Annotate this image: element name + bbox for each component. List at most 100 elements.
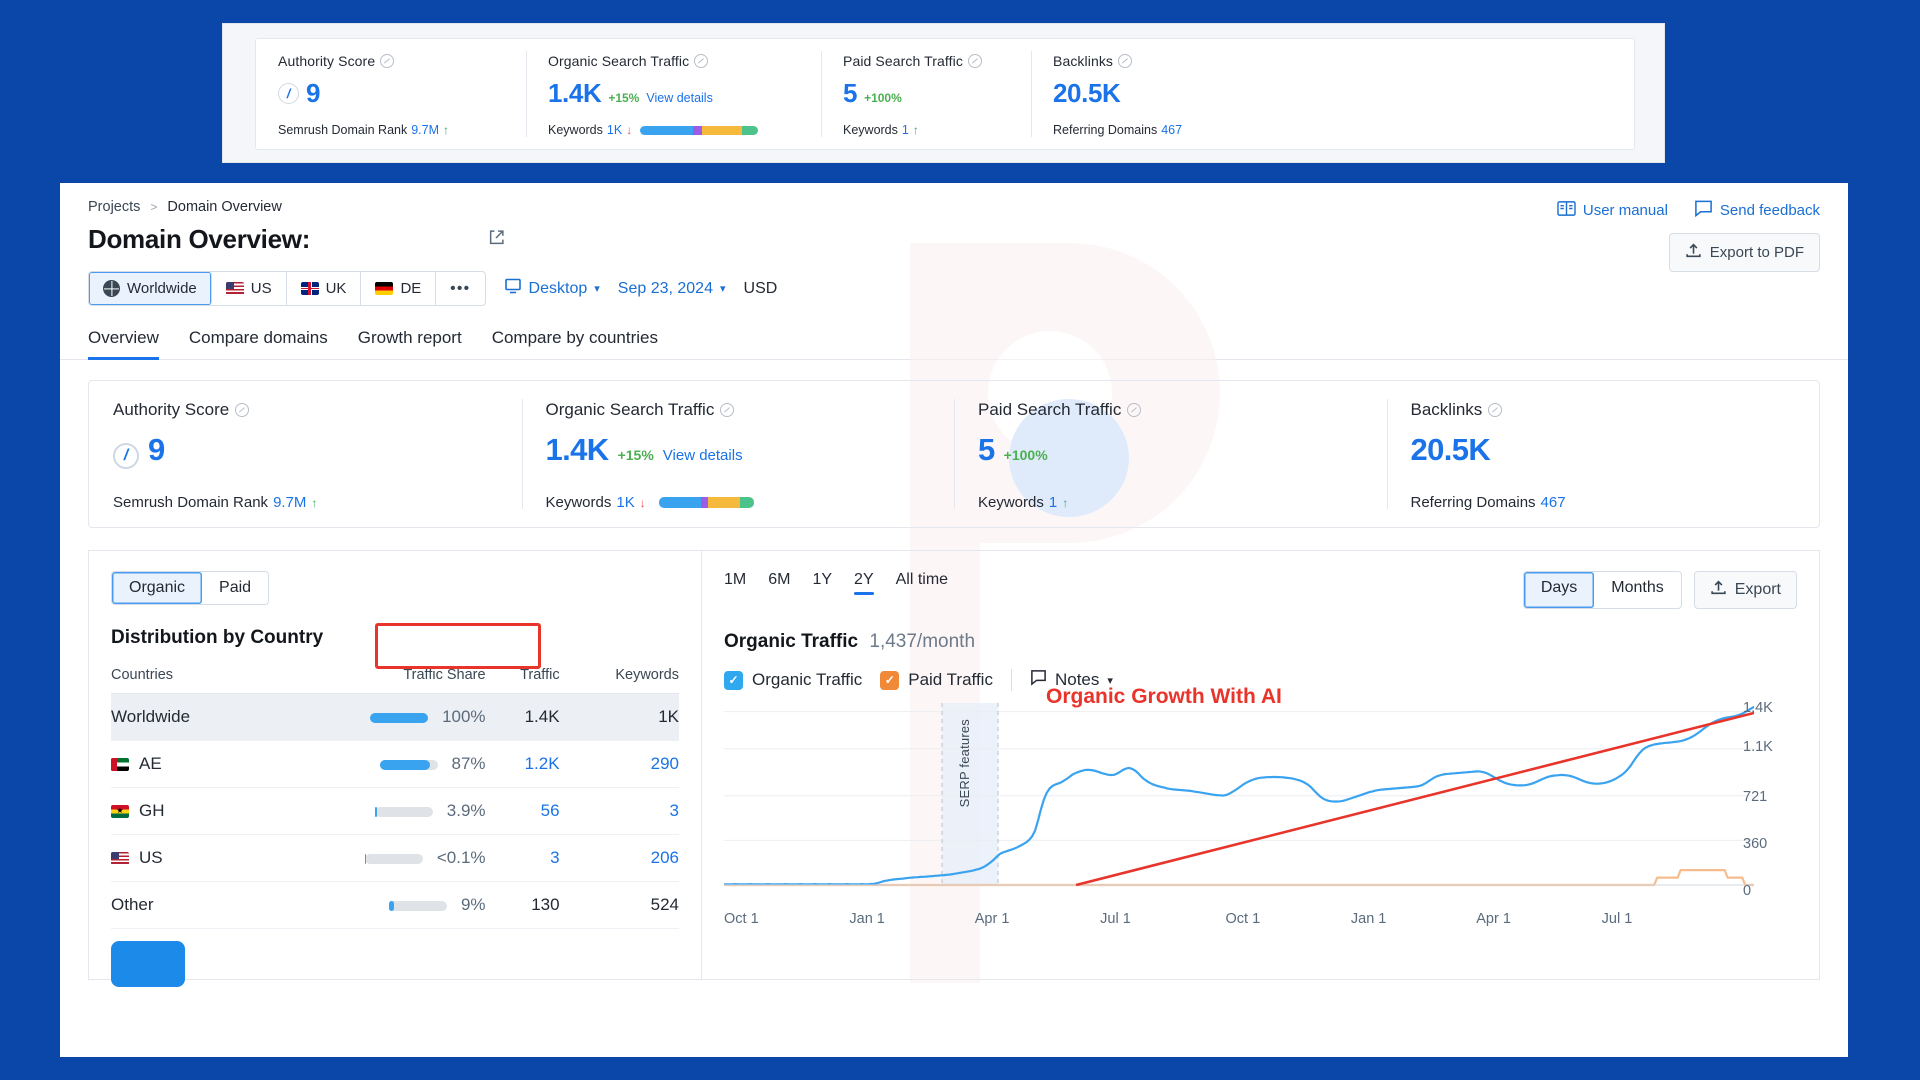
toggle-organic[interactable]: Organic: [112, 572, 203, 604]
keywords-value: 1K: [658, 707, 679, 726]
info-icon[interactable]: [720, 403, 735, 417]
top-metric-label: Organic Search Traffic: [548, 53, 799, 69]
metric-sub-value: 467: [1540, 494, 1566, 511]
range-all-time[interactable]: All time: [896, 571, 948, 595]
legend-organic-traffic[interactable]: ✓ Organic Traffic: [724, 670, 862, 690]
chart-canvas: [722, 694, 1848, 887]
geo-item-label: DE: [400, 280, 422, 297]
top-metric-sub-label: Keywords: [548, 123, 603, 137]
breadcrumb-projects[interactable]: Projects: [88, 199, 140, 215]
user-manual-link[interactable]: User manual: [1557, 199, 1668, 221]
metric-label: Backlinks: [1411, 400, 1796, 420]
chart-headline-value: 1,437/month: [869, 631, 976, 652]
info-icon[interactable]: [380, 54, 395, 68]
upload-icon: [1710, 579, 1727, 601]
cell-country: Worldwide: [111, 693, 260, 741]
view-details-link[interactable]: View details: [663, 447, 743, 464]
column-header-keywords[interactable]: Keywords: [559, 667, 679, 694]
metric-value-row: / 9: [113, 432, 498, 469]
export-label: Export: [1734, 581, 1781, 598]
top-metric-authority-score: Authority Score / 9 Semrush Domain Rank …: [256, 39, 526, 149]
range-1m[interactable]: 1M: [724, 571, 746, 595]
external-link-icon[interactable]: [488, 229, 505, 251]
view-details-link[interactable]: View details: [646, 91, 712, 105]
traffic-chart[interactable]: Organic Growth With AI SERP features 0 36…: [722, 685, 1848, 903]
column-header-traffic[interactable]: Traffic: [485, 667, 560, 694]
metric-sub: Keywords 1 ↑: [978, 494, 1068, 511]
granularity-days[interactable]: Days: [1523, 572, 1595, 608]
column-header-countries[interactable]: Countries: [111, 667, 260, 694]
metric-sub-label: Referring Domains: [1410, 494, 1536, 511]
table-row[interactable]: US <0.1% 3 206: [111, 834, 679, 882]
distribution-table: Countries Traffic Share Traffic Keywords…: [111, 667, 679, 929]
authority-ring-icon: /: [278, 83, 299, 104]
country-label: Other: [111, 895, 154, 914]
table-row[interactable]: AE 87% 1.2K 290: [111, 740, 679, 788]
cell-traffic-share: 100%: [259, 693, 486, 741]
export-button[interactable]: Export: [1693, 571, 1797, 609]
floating-action-button[interactable]: [111, 941, 185, 987]
date-selector[interactable]: Sep 23, 2024 ▾: [618, 280, 726, 298]
tab-compare-by-countries[interactable]: Compare by countries: [492, 328, 658, 359]
top-metric-label-text: Paid Search Traffic: [843, 53, 963, 69]
tab-compare-domains[interactable]: Compare domains: [189, 328, 328, 359]
flag-us-icon: [225, 282, 244, 295]
trend-down-icon: ↓: [639, 495, 646, 510]
keywords-value[interactable]: 3: [670, 801, 679, 820]
toggle-paid[interactable]: Paid: [202, 572, 268, 604]
range-6m[interactable]: 6M: [768, 571, 790, 595]
table-header-row: Countries Traffic Share Traffic Keywords: [111, 667, 679, 694]
top-metric-sub-value: 1: [901, 123, 909, 137]
send-feedback-link[interactable]: Send feedback: [1694, 199, 1820, 221]
geo-item-more[interactable]: •••: [436, 272, 484, 305]
geo-item-uk[interactable]: UK: [287, 272, 362, 305]
info-icon[interactable]: [1488, 403, 1503, 417]
checkbox-checked-icon[interactable]: ✓: [724, 670, 743, 690]
traffic-value[interactable]: 3: [550, 848, 559, 867]
info-icon[interactable]: [235, 403, 250, 417]
traffic-share-bar: [379, 759, 438, 770]
send-feedback-label: Send feedback: [1719, 201, 1820, 219]
top-metric-value-row: / 9: [278, 78, 504, 109]
device-selector[interactable]: Desktop ▾: [504, 277, 600, 300]
checkbox-checked-icon[interactable]: ✓: [880, 670, 900, 690]
traffic-value[interactable]: 1.2K: [525, 754, 560, 773]
range-2y[interactable]: 2Y: [854, 571, 874, 595]
legend-paid-traffic[interactable]: ✓ Paid Traffic: [880, 670, 993, 690]
info-icon[interactable]: [1127, 403, 1142, 417]
geo-item-worldwide[interactable]: Worldwide: [89, 272, 212, 305]
geo-item-de[interactable]: DE: [361, 272, 437, 305]
x-tick-label: Jan 1: [849, 911, 885, 927]
top-metric-value: 5: [843, 78, 858, 108]
info-icon[interactable]: [694, 54, 709, 68]
chart-y-axis: 0 360 721 1.1K 1.4K: [1737, 695, 1797, 903]
info-icon[interactable]: [967, 54, 982, 68]
legend-label: Organic Traffic: [752, 670, 863, 689]
table-row[interactable]: Other 9% 130 524: [111, 881, 679, 929]
tab-label: Compare domains: [188, 328, 328, 347]
tab-growth-report[interactable]: Growth report: [358, 328, 462, 359]
granularity-months[interactable]: Months: [1594, 572, 1680, 608]
export-to-pdf-button[interactable]: Export to PDF: [1668, 233, 1820, 272]
table-row[interactable]: Worldwide 100% 1.4K 1K: [111, 693, 679, 741]
table-row[interactable]: ★ GH 3.9% 56 3: [111, 787, 679, 835]
tab-bar: Overview Compare domains Growth report C…: [60, 328, 1848, 360]
trend-up-icon: ↑: [1062, 495, 1069, 510]
geo-item-us[interactable]: US: [212, 272, 287, 305]
country-label: AE: [139, 754, 162, 773]
trend-down-icon: ↓: [626, 123, 633, 137]
traffic-value[interactable]: 56: [541, 801, 560, 820]
metric-paid-search-traffic: Paid Search Traffic 5 +100% Keywords 1 ↑: [954, 381, 1387, 527]
column-header-traffic-share[interactable]: Traffic Share: [259, 667, 486, 694]
tab-label: Compare by countries: [491, 328, 659, 347]
traffic-share-bar: [364, 853, 423, 864]
keywords-value[interactable]: 290: [651, 754, 679, 773]
tab-overview[interactable]: Overview: [88, 328, 159, 360]
tab-label: Overview: [88, 328, 159, 347]
range-1y[interactable]: 1Y: [812, 571, 832, 595]
info-icon[interactable]: [1118, 54, 1133, 68]
keywords-value[interactable]: 206: [651, 848, 679, 867]
x-tick-label: Jul 1: [1100, 911, 1131, 927]
top-metric-value-row: 5 +100%: [843, 78, 1009, 109]
chevron-down-icon: ▾: [594, 283, 600, 295]
